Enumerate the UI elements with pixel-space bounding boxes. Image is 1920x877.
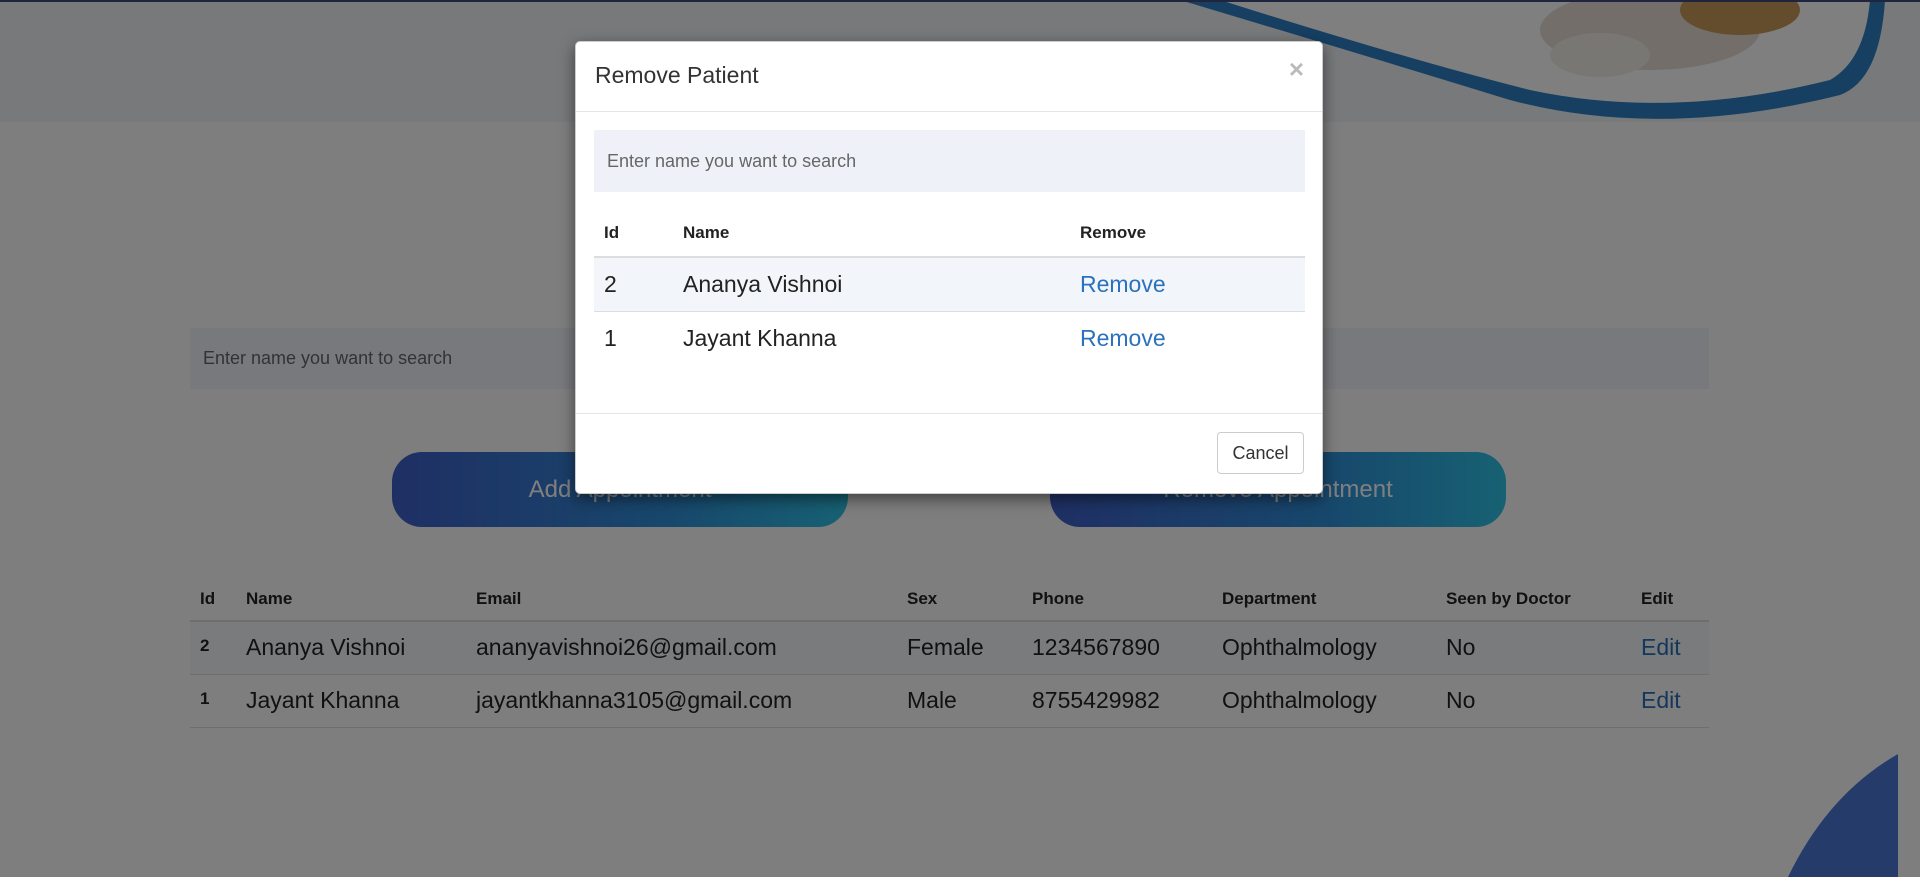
modal-search-input[interactable] [594,130,1305,192]
cell-id: 2 [594,257,673,312]
remove-patient-table: Id Name Remove 2 Ananya Vishnoi Remove 1… [594,210,1305,365]
cancel-button[interactable]: Cancel [1217,432,1304,474]
modal-header: Remove Patient × [576,42,1322,112]
modal-body: Id Name Remove 2 Ananya Vishnoi Remove 1… [576,112,1322,413]
remove-link[interactable]: Remove [1080,271,1166,297]
close-icon[interactable]: × [1289,56,1304,82]
table-header-row: Id Name Remove [594,210,1305,258]
table-row: 2 Ananya Vishnoi Remove [594,257,1305,312]
cell-id: 1 [604,324,617,351]
modal-title: Remove Patient [595,62,759,88]
cell-name: Jayant Khanna [683,324,837,351]
remove-patient-modal: Remove Patient × Id Name Remove 2 Ananya… [575,41,1323,494]
cell-remove: Remove [1070,257,1305,312]
cell-name: Ananya Vishnoi [673,257,1070,312]
modal-footer: Cancel [576,413,1322,493]
column-header-id: Id [594,210,673,258]
cell-remove: Remove [1070,311,1305,365]
remove-link[interactable]: Remove [1080,325,1166,351]
column-header-remove: Remove [1070,210,1305,258]
column-header-name: Name [673,210,1070,258]
table-row: 1 Jayant Khanna Remove [594,311,1305,365]
